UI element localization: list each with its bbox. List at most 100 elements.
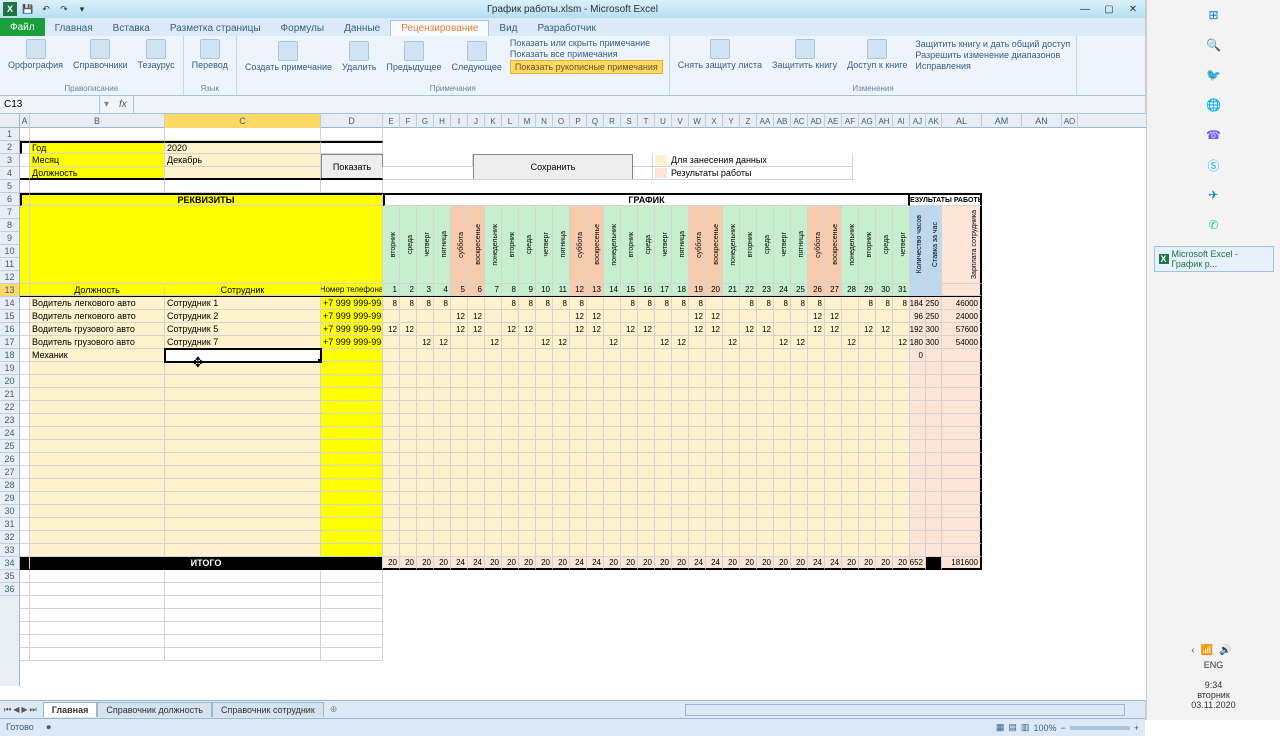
cell[interactable] (621, 388, 638, 401)
cell[interactable] (485, 427, 502, 440)
data-day-0-5[interactable] (468, 297, 485, 310)
cell[interactable] (740, 544, 757, 557)
data-day-1-9[interactable] (536, 310, 553, 323)
cell[interactable] (876, 401, 893, 414)
cell[interactable] (621, 362, 638, 375)
data-day-1-11[interactable]: 12 (570, 310, 587, 323)
cell[interactable] (502, 427, 519, 440)
data-day-3-7[interactable] (502, 336, 519, 349)
cell[interactable] (757, 375, 774, 388)
cell[interactable] (604, 427, 621, 440)
data-day-3-2[interactable]: 12 (417, 336, 434, 349)
cell[interactable] (30, 583, 165, 596)
cell[interactable] (502, 518, 519, 531)
cell[interactable] (20, 323, 30, 336)
sheet-nav-last-icon[interactable]: ⏭ (30, 705, 37, 715)
cell[interactable] (383, 505, 400, 518)
data-day-1-2[interactable] (417, 310, 434, 323)
cell[interactable] (519, 362, 536, 375)
data-day-1-10[interactable] (553, 310, 570, 323)
cell[interactable] (672, 453, 689, 466)
cell[interactable] (672, 375, 689, 388)
cell[interactable] (570, 440, 587, 453)
data-day-4-28[interactable] (859, 349, 876, 362)
cell[interactable] (536, 388, 553, 401)
col-header-ae[interactable]: AE (825, 114, 842, 128)
data-day-3-3[interactable]: 12 (434, 336, 451, 349)
cell[interactable] (723, 505, 740, 518)
cell[interactable] (859, 505, 876, 518)
cell[interactable] (706, 505, 723, 518)
cell[interactable] (791, 401, 808, 414)
data-day-4-10[interactable] (553, 349, 570, 362)
data-day-3-24[interactable]: 12 (791, 336, 808, 349)
cell[interactable] (519, 492, 536, 505)
cell[interactable] (859, 518, 876, 531)
cell[interactable] (30, 570, 165, 583)
cell[interactable] (791, 479, 808, 492)
cell[interactable] (689, 453, 706, 466)
cell[interactable] (485, 466, 502, 479)
cell[interactable] (774, 531, 791, 544)
cell[interactable] (553, 479, 570, 492)
cell[interactable] (553, 414, 570, 427)
cell[interactable] (859, 492, 876, 505)
cell[interactable] (774, 544, 791, 557)
data-day-0-2[interactable]: 8 (417, 297, 434, 310)
cell[interactable] (468, 414, 485, 427)
cell[interactable] (502, 414, 519, 427)
data-day-1-5[interactable]: 12 (468, 310, 485, 323)
data-day-2-25[interactable]: 12 (808, 323, 825, 336)
cell[interactable] (621, 440, 638, 453)
cell[interactable] (655, 388, 672, 401)
cell[interactable] (321, 141, 383, 154)
data-day-4-11[interactable] (570, 349, 587, 362)
cell[interactable] (400, 505, 417, 518)
cell[interactable] (672, 479, 689, 492)
data-day-2-18[interactable]: 12 (689, 323, 706, 336)
cell[interactable] (321, 180, 383, 193)
cell[interactable] (825, 388, 842, 401)
cell[interactable] (723, 375, 740, 388)
cell[interactable] (876, 453, 893, 466)
cell[interactable] (468, 388, 485, 401)
cell[interactable] (417, 401, 434, 414)
cell[interactable] (757, 505, 774, 518)
cell[interactable] (536, 479, 553, 492)
cell[interactable] (859, 388, 876, 401)
sheet-tab-main[interactable]: Главная (43, 702, 98, 717)
cell[interactable] (383, 362, 400, 375)
tab-layout[interactable]: Разметка страницы (160, 21, 271, 36)
data-day-0-24[interactable]: 8 (791, 297, 808, 310)
cell[interactable] (20, 414, 30, 427)
col-header-j[interactable]: J (468, 114, 485, 128)
col-header-b[interactable]: B (30, 114, 165, 128)
col-header-c[interactable]: C (165, 114, 321, 128)
cell[interactable] (468, 544, 485, 557)
cell[interactable] (740, 440, 757, 453)
row-header-26[interactable]: 26 (0, 453, 19, 466)
cell[interactable] (553, 440, 570, 453)
cell[interactable] (570, 492, 587, 505)
data-day-2-26[interactable]: 12 (825, 323, 842, 336)
data-day-2-12[interactable]: 12 (587, 323, 604, 336)
cell[interactable] (655, 401, 672, 414)
data-employee-2[interactable]: Сотрудник 5 (165, 323, 321, 336)
data-employee-1[interactable]: Сотрудник 2 (165, 310, 321, 323)
cell[interactable] (20, 349, 30, 362)
cell[interactable] (451, 492, 468, 505)
cell[interactable] (757, 518, 774, 531)
cell[interactable] (706, 531, 723, 544)
sheet-nav-next-icon[interactable]: ▶ (21, 705, 27, 715)
cell[interactable] (774, 414, 791, 427)
col-header-e[interactable]: E (383, 114, 400, 128)
cell[interactable] (383, 440, 400, 453)
cell[interactable] (791, 505, 808, 518)
cell[interactable] (842, 531, 859, 544)
cell[interactable] (893, 505, 910, 518)
data-day-2-24[interactable] (791, 323, 808, 336)
data-day-2-13[interactable] (604, 323, 621, 336)
sheet-tab-positions[interactable]: Справочник должность (97, 702, 212, 717)
cell[interactable] (638, 427, 655, 440)
data-day-3-25[interactable] (808, 336, 825, 349)
